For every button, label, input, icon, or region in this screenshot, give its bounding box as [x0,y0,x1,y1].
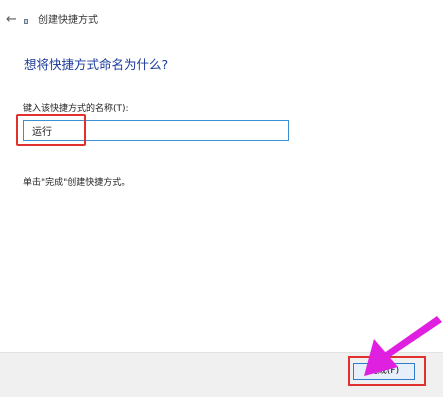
name-field-label: 键入该快捷方式的名称(T): [23,104,129,114]
finish-hint-text: 单击"完成"创建快捷方式。 [23,178,131,188]
shortcut-name-input[interactable] [23,120,289,141]
finish-button[interactable]: 完成(F) [353,363,415,380]
page-heading: 想将快捷方式命名为什么? [24,57,169,72]
title-bar: ← 创建快捷方式 [0,0,443,40]
back-arrow-icon[interactable]: ← [6,13,17,27]
window-title: 创建快捷方式 [38,15,98,26]
shortcut-icon [24,19,28,24]
